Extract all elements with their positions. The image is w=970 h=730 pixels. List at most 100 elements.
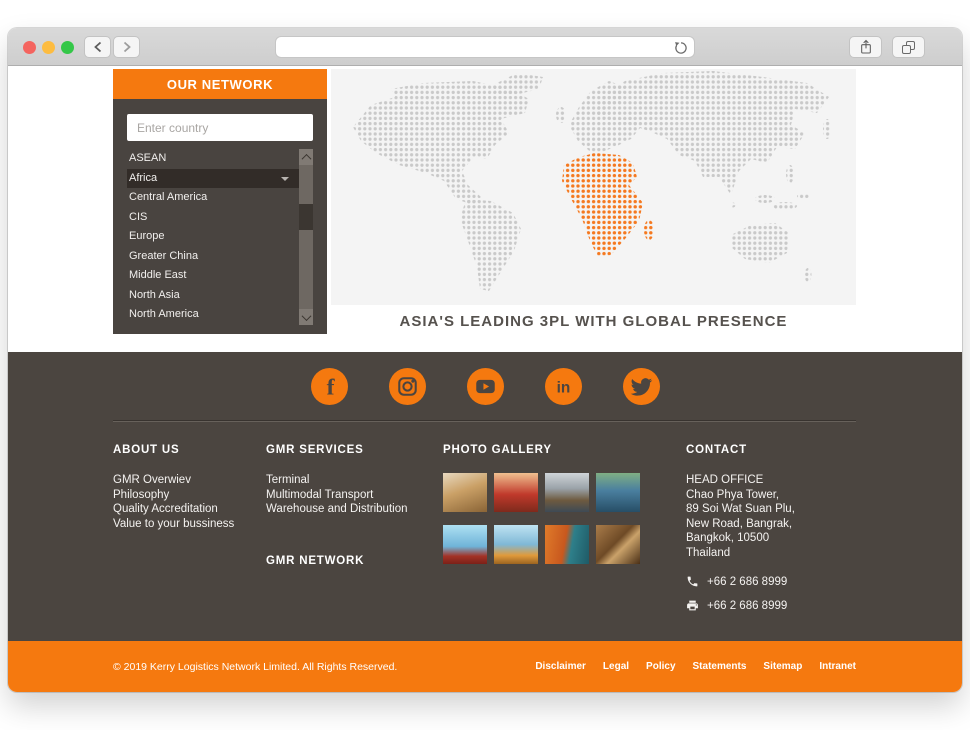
address-line: Chao Phya Tower, — [686, 488, 780, 501]
twitter-icon — [630, 378, 652, 396]
fax-number: +66 2 686 8999 — [707, 599, 788, 612]
link-intranet[interactable]: Intranet — [819, 661, 856, 672]
gallery-photo[interactable] — [596, 473, 640, 512]
svg-text:f: f — [326, 375, 335, 401]
tabs-button[interactable] — [892, 36, 925, 58]
scrollbar-thumb[interactable] — [299, 204, 313, 230]
traffic-lights — [23, 41, 74, 54]
about-link-philosophy[interactable]: Philosophy — [113, 488, 258, 503]
scrollbar[interactable] — [299, 149, 313, 325]
link-disclaimer[interactable]: Disclaimer — [535, 661, 586, 672]
tagline: ASIA'S LEADING 3PL WITH GLOBAL PRESENCE — [399, 313, 788, 330]
footer-divider — [113, 420, 856, 422]
network-heading[interactable]: GMR NETWORK — [266, 555, 436, 567]
africa-region[interactable] — [562, 153, 654, 257]
scroll-up-button[interactable] — [299, 149, 313, 165]
region-option-middle-east[interactable]: Middle East — [127, 266, 299, 286]
linkedin-button[interactable]: in — [544, 368, 582, 405]
facebook-icon: f — [326, 375, 335, 401]
country-search-input[interactable] — [127, 114, 313, 141]
share-icon — [860, 39, 871, 54]
link-policy[interactable]: Policy — [646, 661, 675, 672]
region-list: ASEAN Africa Central America CIS Europe … — [127, 149, 313, 325]
about-link-value[interactable]: Value to your bussiness — [113, 517, 258, 532]
link-statements[interactable]: Statements — [693, 661, 747, 672]
gallery-photo[interactable] — [443, 473, 487, 512]
services-heading: GMR SERVICES — [266, 444, 364, 456]
social-links: f in — [8, 368, 962, 405]
close-icon[interactable] — [23, 41, 36, 54]
gallery-photo[interactable] — [443, 525, 487, 564]
region-option-central-america[interactable]: Central America — [127, 188, 299, 208]
scroll-down-button[interactable] — [299, 309, 313, 325]
world-map[interactable] — [331, 69, 856, 305]
copyright-text: © 2019 Kerry Logistics Network Limited. … — [113, 661, 398, 673]
forward-button[interactable] — [113, 36, 140, 58]
gallery-photo[interactable] — [494, 525, 538, 564]
facebook-button[interactable]: f — [310, 368, 348, 405]
back-button[interactable] — [84, 36, 111, 58]
instagram-button[interactable] — [388, 368, 426, 405]
bottom-bar: © 2019 Kerry Logistics Network Limited. … — [8, 641, 962, 692]
footer-gallery-column: PHOTO GALLERY — [443, 444, 643, 564]
gallery-photo[interactable] — [596, 525, 640, 564]
services-link-multimodal[interactable]: Multimodal Transport — [266, 488, 436, 503]
address-line: Bangkok, 10500 — [686, 532, 770, 544]
panel-title: OUR NETWORK — [113, 69, 327, 99]
address-line: 89 Soi Wat Suan Plu, — [686, 503, 795, 515]
linkedin-icon: in — [556, 380, 570, 397]
about-heading: ABOUT US — [113, 444, 180, 456]
browser-window: OUR NETWORK ASEAN Africa Central America… — [8, 28, 962, 692]
footer-contact-column: CONTACT HEAD OFFICE Chao Phya Tower, 89 … — [686, 444, 866, 612]
chevron-up-icon — [301, 153, 311, 164]
chevron-down-icon — [301, 310, 311, 321]
services-link-terminal[interactable]: Terminal — [266, 473, 436, 488]
region-option-label: Africa — [129, 171, 158, 184]
address-line: Thailand — [686, 546, 731, 559]
region-option-greater-china[interactable]: Greater China — [127, 247, 299, 267]
address-line: New Road, Bangrak, — [686, 517, 793, 530]
region-option-europe[interactable]: Europe — [127, 227, 299, 247]
region-option-cis[interactable]: CIS — [127, 208, 299, 228]
youtube-icon — [475, 379, 495, 394]
address-input[interactable] — [284, 37, 670, 57]
forward-icon — [123, 41, 131, 53]
footer-about-column: ABOUT US GMR Overwiev Philosophy Quality… — [113, 444, 258, 531]
page-content: OUR NETWORK ASEAN Africa Central America… — [8, 66, 962, 692]
link-legal[interactable]: Legal — [603, 661, 629, 672]
region-option-north-america[interactable]: North America — [127, 305, 299, 325]
gallery-photo[interactable] — [494, 473, 538, 512]
minimize-icon[interactable] — [42, 41, 55, 54]
zoom-icon[interactable] — [61, 41, 74, 54]
about-link-overview[interactable]: GMR Overwiev — [113, 473, 258, 488]
footer-services-column: GMR SERVICES Terminal Multimodal Transpo… — [266, 444, 436, 567]
link-sitemap[interactable]: Sitemap — [763, 661, 802, 672]
instagram-icon — [397, 377, 417, 396]
photo-gallery — [443, 473, 643, 564]
fax-icon — [687, 600, 698, 611]
gallery-heading: PHOTO GALLERY — [443, 444, 552, 456]
gallery-photo[interactable] — [545, 473, 589, 512]
svg-text:in: in — [556, 380, 570, 397]
browser-toolbar — [8, 28, 962, 66]
phone-row: +66 2 686 8999 — [686, 575, 866, 588]
phone-icon — [687, 576, 698, 587]
about-link-quality[interactable]: Quality Accreditation — [113, 502, 258, 517]
youtube-button[interactable] — [466, 368, 504, 405]
twitter-button[interactable] — [622, 368, 660, 405]
reload-icon — [675, 42, 687, 54]
reload-button[interactable] — [673, 40, 689, 56]
services-link-warehouse[interactable]: Warehouse and Distribution — [266, 502, 436, 517]
fax-row: +66 2 686 8999 — [686, 599, 866, 612]
share-button[interactable] — [849, 36, 882, 58]
world-map-svg — [353, 71, 831, 291]
address-bar[interactable] — [275, 36, 695, 58]
region-option-africa[interactable]: Africa — [127, 168, 299, 188]
tabs-icon — [902, 40, 915, 54]
region-option-north-asia[interactable]: North Asia — [127, 286, 299, 306]
our-network-panel: OUR NETWORK ASEAN Africa Central America… — [113, 69, 327, 334]
gallery-photo[interactable] — [545, 525, 589, 564]
region-option-asean[interactable]: ASEAN — [127, 149, 299, 169]
phone-number: +66 2 686 8999 — [707, 575, 788, 588]
contact-heading: CONTACT — [686, 444, 747, 456]
